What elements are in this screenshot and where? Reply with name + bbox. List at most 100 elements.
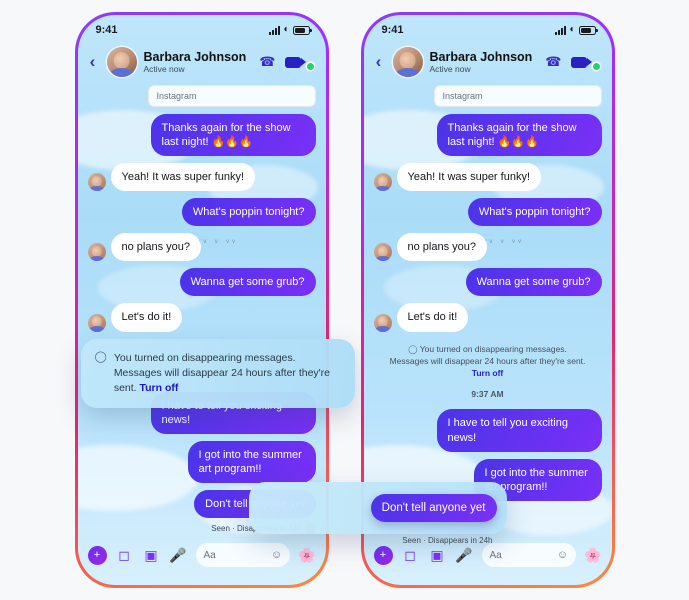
avatar [373,313,392,332]
chat-header: ‹ Barbara Johnson Active now ☎ [78,45,326,85]
header-actions: ☎ [545,54,600,70]
message-bubble-outgoing[interactable]: Don't tell anyone yet [370,493,497,523]
photo-icon[interactable]: ▣ [142,546,161,565]
message-thread: Instagram Thanks again for the show last… [364,85,612,501]
message-input[interactable]: Aa ☺ [481,543,577,567]
highlighted-message-card[interactable]: Don't tell anyone yet Seen · Disappears … [248,482,507,545]
message-input[interactable]: Aa ☺ [195,543,291,567]
message-thread: Instagram Thanks again for the show last… [78,85,326,534]
smiley-icon[interactable]: ☺ [557,549,568,561]
message-row: no plans you? [373,233,602,262]
avatar [87,173,106,192]
avatar [373,243,392,262]
message-row: Let's do it! [373,303,602,332]
message-row: Let's do it! [87,303,316,332]
plus-circle-icon[interactable]: + [373,545,393,565]
message-bubble-outgoing[interactable]: I got into the summer art program!! [187,440,316,483]
status-time: 9:41 [381,24,404,36]
message-bubble-outgoing[interactable]: Thanks again for the show last night! 🔥🔥… [436,114,602,157]
message-bubble-incoming[interactable]: Let's do it! [110,303,183,332]
status-icon-group: ◐ [269,24,312,35]
turn-off-link[interactable]: Turn off [140,382,179,394]
turn-off-link[interactable]: Turn off [472,368,503,378]
toast-text: You turned on disappearing messages. Mes… [114,351,339,396]
photo-icon[interactable]: ▣ [428,546,447,565]
contact-info[interactable]: Barbara Johnson Active now [144,50,253,74]
avatar[interactable] [392,47,423,77]
avatar [373,173,392,192]
message-bubble-outgoing[interactable]: Thanks again for the show last night! 🔥🔥… [150,114,316,157]
message-bubble-incoming[interactable]: Yeah! It was super funky! [396,163,541,192]
back-icon[interactable]: ‹ [86,52,100,72]
contact-info[interactable]: Barbara Johnson Active now [430,50,539,74]
message-bubble-outgoing[interactable]: Wanna get some grub? [465,268,602,297]
camera-icon[interactable]: ◻ [115,546,134,565]
contact-name: Barbara Johnson [143,49,247,64]
source-pill: Instagram [147,85,316,107]
microphone-icon[interactable]: 🎤 [169,546,188,565]
screenshot-stage: ᵛᵛ ᵛ ᵛᵛ 9:41 ◐ ‹ Barbara Johnson Active … [0,0,689,600]
status-time: 9:41 [95,24,118,36]
message-row: What's poppin tonight? [374,198,602,227]
signal-bars-icon [269,25,281,35]
wifi-icon: ◐ [569,24,576,35]
source-pill: Instagram [433,85,602,107]
chat-header: ‹ Barbara Johnson Active now ☎ [364,45,612,85]
battery-icon [292,25,312,35]
notice-message: You turned on disappearing messages. Mes… [389,343,586,366]
message-bubble-incoming[interactable]: no plans you? [396,233,487,262]
message-row: Wanna get some grub? [88,268,316,297]
message-bubble-outgoing[interactable]: What's poppin tonight? [181,198,316,227]
signal-bars-icon [555,25,567,35]
message-bubble-incoming[interactable]: Yeah! It was super funky! [110,163,255,192]
message-row: Wanna get some grub? [374,268,602,297]
thread-timestamp: 9:37 AM [471,389,504,400]
sticker-icon[interactable]: 🌸 [584,547,601,564]
message-row: I got into the summer art program!! [88,440,316,483]
phone-right: ᵛᵛ ᵛ ᵛᵛ 9:41 ◐ ‹ Barbara Johnson Active … [248,12,615,588]
message-bubble-outgoing[interactable]: What's poppin tonight? [467,198,602,227]
video-camera-icon[interactable] [284,56,306,68]
message-bubble-outgoing[interactable]: I have to tell you exciting news! [436,409,602,452]
online-dot-icon [592,63,600,70]
video-camera-icon[interactable] [570,56,592,68]
battery-icon [578,25,598,35]
clock-icon: ◯ [408,343,418,354]
message-input-placeholder: Aa [489,549,502,561]
message-row: Thanks again for the show last night! 🔥🔥… [374,114,602,157]
message-receipt: Seen · Disappears in 24h [402,536,493,545]
phone-icon[interactable]: ☎ [259,54,275,70]
sticker-icon[interactable]: 🌸 [298,547,315,564]
message-row: Thanks again for the show last night! 🔥🔥… [88,114,316,157]
status-bar: 9:41 ◐ [364,15,612,45]
message-input-placeholder: Aa [203,549,216,561]
message-row: What's poppin tonight? [88,198,316,227]
back-icon[interactable]: ‹ [372,52,386,72]
message-bubble-outgoing[interactable]: Wanna get some grub? [179,268,316,297]
avatar[interactable] [106,47,137,77]
avatar [87,243,106,262]
header-actions: ☎ [259,54,314,70]
contact-name: Barbara Johnson [429,49,533,64]
message-row: Yeah! It was super funky! [87,163,316,192]
disappearing-messages-toast[interactable]: ◯ You turned on disappearing messages. M… [80,339,355,408]
plus-circle-icon[interactable]: + [87,545,107,565]
wifi-icon: ◐ [283,24,290,35]
avatar [87,313,106,332]
contact-presence-label: Active now [429,64,471,75]
status-icon-group: ◐ [555,24,598,35]
message-row: I have to tell you exciting news! [374,409,602,452]
message-bubble-incoming[interactable]: no plans you? [110,233,201,262]
message-bubble-incoming[interactable]: Let's do it! [396,303,469,332]
online-dot-icon [306,63,314,70]
clock-icon: ◯ [94,351,107,363]
microphone-icon[interactable]: 🎤 [455,546,474,565]
message-composer: + ◻ ▣ 🎤 Aa ☺ 🌸 [78,533,326,585]
camera-icon[interactable]: ◻ [401,546,420,565]
message-row: Yeah! It was super funky! [373,163,602,192]
status-bar: 9:41 ◐ [78,15,326,45]
disappearing-messages-notice: ◯ You turned on disappearing messages. M… [374,339,602,380]
smiley-icon[interactable]: ☺ [271,549,282,561]
message-row: no plans you? [87,233,316,262]
phone-icon[interactable]: ☎ [545,54,561,70]
